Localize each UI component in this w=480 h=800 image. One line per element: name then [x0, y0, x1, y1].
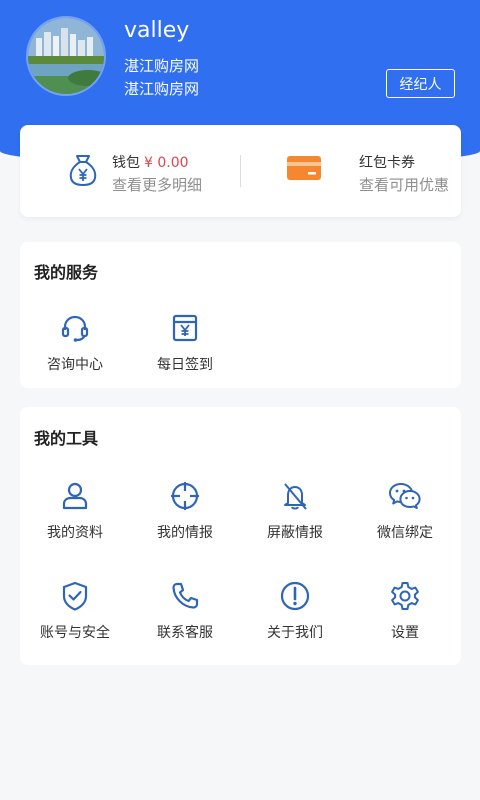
tool-item-label: 关于我们	[267, 625, 323, 641]
wallet-desc: 查看更多明细	[112, 176, 203, 194]
service-item-consult[interactable]: 咨询中心	[20, 312, 130, 382]
services-title: 我的服务	[34, 263, 99, 282]
bell-off-icon	[284, 483, 307, 510]
subtitle-line-2: 湛江购房网	[124, 80, 200, 98]
tool-item-label: 设置	[391, 625, 419, 641]
calendar-yen-icon	[172, 314, 198, 342]
avatar[interactable]	[26, 16, 106, 96]
wallet-amount: ¥ 0.00	[144, 155, 189, 171]
phone-icon	[172, 582, 199, 609]
service-item-label: 每日签到	[157, 357, 213, 373]
tool-item-about[interactable]: 关于我们	[240, 580, 350, 650]
coupon-entry[interactable]: 红包卡券 查看可用优惠	[241, 125, 461, 217]
wallet-title-row: 钱包 ¥ 0.00	[112, 152, 189, 172]
tool-item-label: 微信绑定	[377, 525, 433, 541]
tool-item-wechat[interactable]: 微信绑定	[350, 480, 460, 550]
wallet-entry[interactable]: 钱包 ¥ 0.00 查看更多明细	[20, 125, 240, 217]
tool-item-account-security[interactable]: 账号与安全	[20, 580, 130, 650]
wallet-title: 钱包	[112, 155, 140, 171]
subtitle-line-1: 湛江购房网	[124, 57, 200, 75]
card-icon	[286, 153, 322, 187]
agent-button[interactable]: 经纪人	[386, 69, 455, 98]
services-card: 我的服务 咨询中心 每日签到	[20, 242, 461, 388]
tools-card: 我的工具 我的资料 我的情报 屏蔽情报 微信绑定 账号与安全 联系客服 关于我们…	[20, 407, 461, 665]
crosshair-icon	[171, 482, 199, 510]
avatar-image	[28, 18, 104, 94]
tools-title: 我的工具	[34, 429, 99, 448]
tool-item-label: 账号与安全	[40, 625, 110, 641]
tool-item-intel[interactable]: 我的情报	[130, 480, 240, 550]
tool-item-label: 我的情报	[157, 525, 213, 541]
tool-item-label: 屏蔽情报	[267, 525, 323, 541]
service-item-label: 咨询中心	[47, 357, 103, 373]
wallet-card: 钱包 ¥ 0.00 查看更多明细 红包卡券 查看可用优惠	[20, 125, 461, 217]
username: valley	[124, 18, 190, 43]
user-icon	[62, 482, 88, 510]
tool-item-profile[interactable]: 我的资料	[20, 480, 130, 550]
headset-icon	[61, 315, 89, 342]
tool-item-label: 我的资料	[47, 525, 103, 541]
money-bag-icon	[68, 153, 98, 191]
coupon-desc: 查看可用优惠	[359, 176, 450, 194]
tool-item-settings[interactable]: 设置	[350, 580, 460, 650]
coupon-title: 红包卡券	[359, 155, 415, 171]
tool-item-label: 联系客服	[157, 625, 213, 641]
tool-item-contact-support[interactable]: 联系客服	[130, 580, 240, 650]
tool-item-block-intel[interactable]: 屏蔽情报	[240, 480, 350, 550]
info-icon	[280, 581, 310, 611]
gear-icon	[391, 582, 419, 610]
shield-check-icon	[62, 581, 88, 611]
wechat-icon	[389, 483, 421, 509]
service-item-checkin[interactable]: 每日签到	[130, 312, 240, 382]
